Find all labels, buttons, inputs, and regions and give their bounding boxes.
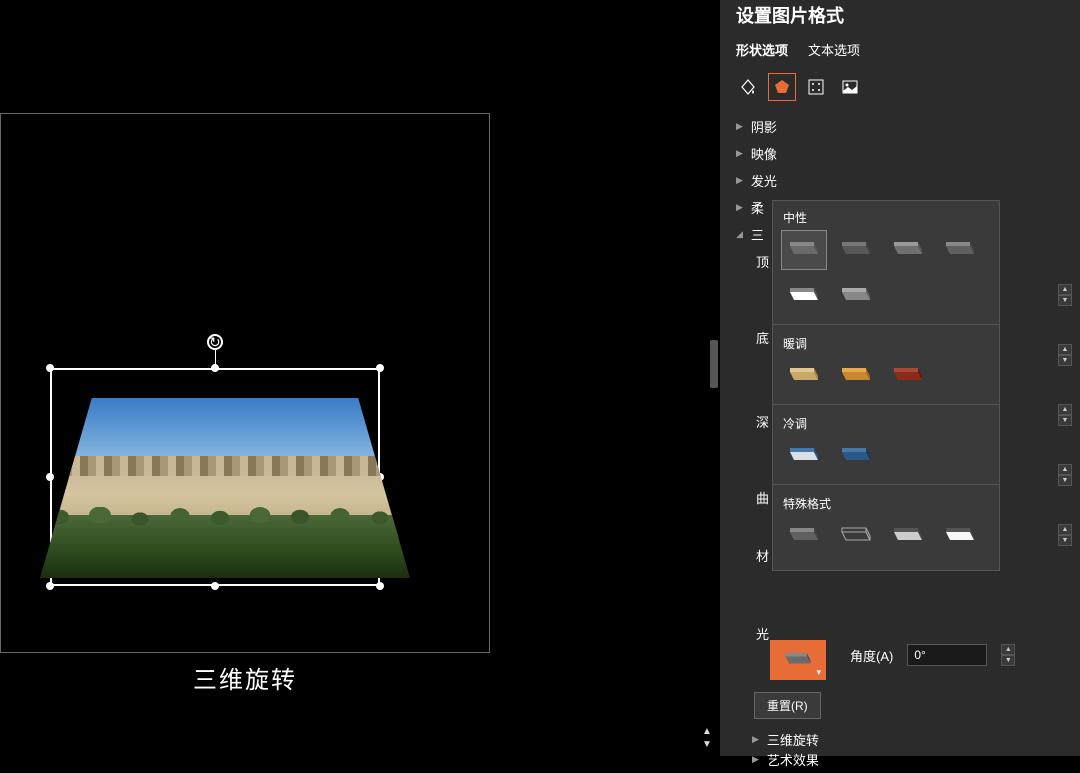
material-neutral-6[interactable] xyxy=(833,276,879,316)
sub-contour: 曲 xyxy=(756,488,769,507)
section-label: 阴影 xyxy=(751,117,777,136)
material-warm-3[interactable] xyxy=(885,356,931,396)
material-neutral-4[interactable] xyxy=(937,230,983,270)
section-label: 映像 xyxy=(751,144,777,163)
picture-content xyxy=(40,398,410,578)
material-special-4[interactable] xyxy=(937,516,983,556)
section-label: 柔 xyxy=(751,198,764,217)
resize-handle-tl[interactable] xyxy=(46,364,54,372)
tab-text-options[interactable]: 文本选项 xyxy=(808,40,860,59)
resize-handle-tr[interactable] xyxy=(376,364,384,372)
fill-icon[interactable] xyxy=(734,73,762,101)
rotation-handle[interactable] xyxy=(207,334,223,350)
resize-handle-br[interactable] xyxy=(376,582,384,590)
section-artistic-effects[interactable]: 艺术效果 xyxy=(736,746,835,773)
material-warm-2[interactable] xyxy=(833,356,879,396)
material-special-3[interactable] xyxy=(885,516,931,556)
spinner-control[interactable]: ▲▼ xyxy=(1058,404,1072,426)
format-picture-panel: 设置图片格式 形状选项 文本选项 阴影 映像 发光 柔 三 顶 底 深 曲 材 … xyxy=(720,0,1080,756)
effects-icon[interactable] xyxy=(768,73,796,101)
scrollbar-thumb[interactable] xyxy=(710,340,718,388)
section-reflection[interactable]: 映像 xyxy=(720,140,1080,167)
zoom-up-icon[interactable]: ▲ xyxy=(702,726,712,737)
material-neutral-2[interactable] xyxy=(833,230,879,270)
angle-spinner[interactable]: ▲▼ xyxy=(1001,644,1015,666)
spinner-control[interactable]: ▲▼ xyxy=(1058,344,1072,366)
selected-picture[interactable] xyxy=(50,368,380,586)
section-glow[interactable]: 发光 xyxy=(720,167,1080,194)
material-special-2[interactable] xyxy=(833,516,879,556)
sub-depth: 深 xyxy=(756,412,769,431)
resize-handle-bc[interactable] xyxy=(211,582,219,590)
material-special-1[interactable] xyxy=(781,516,827,556)
reset-button[interactable]: 重置(R) xyxy=(754,692,821,719)
picture-icon[interactable] xyxy=(836,73,864,101)
panel-tabs: 形状选项 文本选项 xyxy=(720,28,1080,59)
section-label: 发光 xyxy=(751,171,777,190)
spinner-control[interactable]: ▲▼ xyxy=(1058,524,1072,546)
zoom-arrows: ▲ ▼ xyxy=(702,726,712,750)
size-icon[interactable] xyxy=(802,73,830,101)
sub-bottom-bevel: 底 xyxy=(756,328,769,347)
material-neutral-3[interactable] xyxy=(885,230,931,270)
zoom-down-icon[interactable]: ▼ xyxy=(702,739,712,750)
group-warm-label: 暖调 xyxy=(773,327,999,356)
canvas-area: 三维旋转 xyxy=(0,113,490,653)
angle-label: 角度(A) xyxy=(850,646,893,665)
section-label: 三 xyxy=(751,225,764,244)
category-icons xyxy=(720,59,1080,105)
material-cool-1[interactable] xyxy=(781,436,827,476)
resize-handle-bl[interactable] xyxy=(46,582,54,590)
resize-handle-tc[interactable] xyxy=(211,364,219,372)
material-neutral-1[interactable] xyxy=(781,230,827,270)
section-shadow[interactable]: 阴影 xyxy=(720,113,1080,140)
angle-row: 角度(A) ▲▼ xyxy=(850,644,1015,666)
group-cool-label: 冷调 xyxy=(773,407,999,436)
spinner-control[interactable]: ▲▼ xyxy=(1058,284,1072,306)
angle-input[interactable] xyxy=(907,644,987,666)
lighting-label: 光 xyxy=(756,624,769,643)
panel-title: 设置图片格式 xyxy=(720,0,1080,28)
material-popup: 中性 暖调 冷调 特殊格式 xyxy=(772,200,1000,571)
sub-material: 材 xyxy=(756,546,769,565)
caption-text: 三维旋转 xyxy=(193,660,297,695)
resize-handle-ml[interactable] xyxy=(46,473,54,481)
spinner-control[interactable]: ▲▼ xyxy=(1058,464,1072,486)
material-dropdown-button[interactable] xyxy=(770,640,826,680)
group-special-label: 特殊格式 xyxy=(773,487,999,516)
group-neutral-label: 中性 xyxy=(773,201,999,230)
section-label: 艺术效果 xyxy=(767,750,819,769)
material-cool-2[interactable] xyxy=(833,436,879,476)
material-warm-1[interactable] xyxy=(781,356,827,396)
material-neutral-5[interactable] xyxy=(781,276,827,316)
tab-shape-options[interactable]: 形状选项 xyxy=(736,40,788,59)
